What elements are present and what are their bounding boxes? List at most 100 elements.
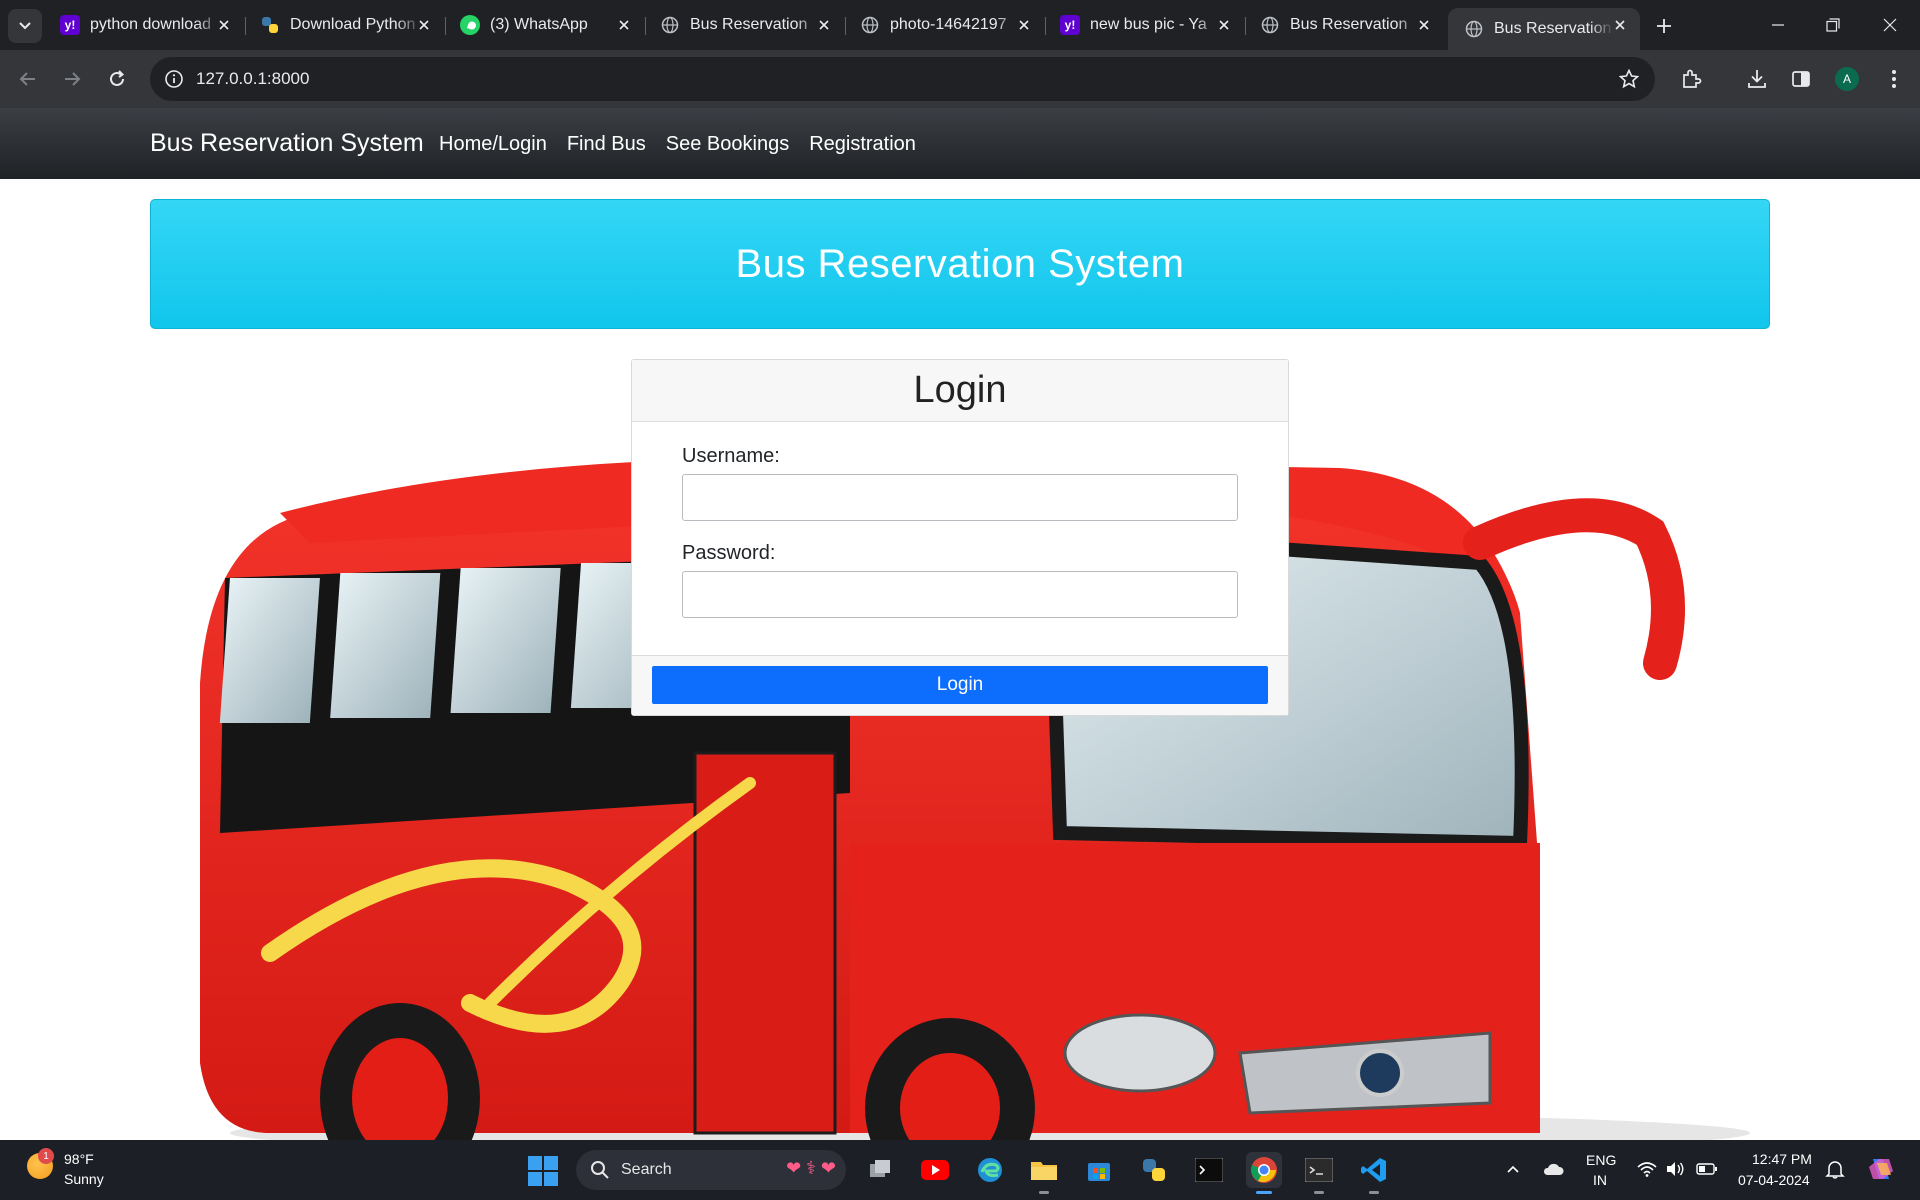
restore-button[interactable] bbox=[1813, 8, 1853, 42]
close-icon[interactable] bbox=[214, 15, 234, 35]
restore-icon bbox=[1826, 18, 1840, 32]
wifi-icon[interactable] bbox=[1636, 1158, 1658, 1180]
download-icon[interactable] bbox=[1743, 65, 1771, 93]
running-indicator bbox=[1369, 1191, 1379, 1194]
yahoo-icon: y! bbox=[60, 15, 80, 35]
close-icon[interactable] bbox=[1014, 15, 1034, 35]
tab-title: Bus Reservation bbox=[1494, 20, 1612, 37]
browser-tab-strip: y! python download Download Python (3) W… bbox=[0, 0, 1920, 50]
login-card: Login Username: Password: Login bbox=[631, 359, 1289, 716]
side-panel-icon[interactable] bbox=[1787, 65, 1815, 93]
close-icon[interactable] bbox=[414, 15, 434, 35]
back-button[interactable] bbox=[13, 64, 43, 94]
globe-icon bbox=[660, 15, 680, 35]
chrome-icon[interactable] bbox=[1246, 1152, 1282, 1194]
language-indicator-line1[interactable]: ENG bbox=[1586, 1152, 1616, 1168]
python-idle-icon[interactable] bbox=[1136, 1152, 1172, 1188]
close-icon[interactable] bbox=[1214, 15, 1234, 35]
forward-button[interactable] bbox=[57, 64, 87, 94]
close-icon[interactable] bbox=[814, 15, 834, 35]
volume-icon[interactable] bbox=[1664, 1158, 1686, 1180]
microsoft-store-icon[interactable] bbox=[1081, 1152, 1117, 1188]
new-tab-button[interactable] bbox=[1650, 12, 1678, 40]
extensions-icon[interactable] bbox=[1677, 65, 1705, 93]
login-button[interactable]: Login bbox=[652, 666, 1268, 704]
nav-link-see-bookings[interactable]: See Bookings bbox=[666, 133, 789, 156]
active-indicator bbox=[1256, 1191, 1272, 1194]
task-view-icon[interactable] bbox=[862, 1152, 898, 1188]
taskbar-search[interactable]: Search ❤ ⚕ ❤ bbox=[576, 1150, 846, 1190]
weather-temperature[interactable]: 98°F bbox=[64, 1151, 94, 1167]
tab-search-button[interactable] bbox=[8, 9, 42, 43]
tab-bus-reservation-2[interactable]: Bus Reservation bbox=[1244, 8, 1444, 42]
weather-condition[interactable]: Sunny bbox=[64, 1171, 104, 1187]
file-explorer-icon[interactable] bbox=[1026, 1152, 1062, 1194]
username-label: Username: bbox=[682, 445, 780, 467]
globe-icon bbox=[1260, 15, 1280, 35]
running-indicator bbox=[1314, 1191, 1324, 1194]
windows-taskbar: 1 98°F Sunny Search ❤ ⚕ ❤ ENG IN 12:47 P… bbox=[0, 1140, 1920, 1200]
python-icon bbox=[260, 15, 280, 35]
plus-icon bbox=[1657, 19, 1671, 33]
reload-icon bbox=[110, 70, 125, 86]
url-text[interactable]: 127.0.0.1:8000 bbox=[196, 69, 309, 89]
minimize-button[interactable] bbox=[1758, 8, 1798, 42]
tab-title: (3) WhatsApp bbox=[490, 16, 588, 33]
copilot-icon[interactable] bbox=[1866, 1154, 1896, 1184]
chevron-down-icon bbox=[19, 22, 31, 30]
banner-title: Bus Reservation System bbox=[735, 241, 1185, 286]
tab-title: Bus Reservation bbox=[690, 16, 808, 33]
whatsapp-icon bbox=[460, 15, 480, 35]
tab-new-bus-pic[interactable]: y! new bus pic - Ya bbox=[1044, 8, 1244, 42]
address-bar[interactable]: 127.0.0.1:8000 bbox=[150, 57, 1655, 101]
onedrive-cloud-icon[interactable] bbox=[1542, 1158, 1564, 1180]
tab-title: new bus pic - Ya bbox=[1090, 16, 1207, 33]
tab-bus-reservation-active[interactable]: Bus Reservation bbox=[1448, 8, 1640, 50]
navbar-links: Home/Login Find Bus See Bookings Registr… bbox=[439, 133, 936, 156]
show-hidden-icons-chevron-icon[interactable] bbox=[1502, 1158, 1524, 1180]
search-highlight-icon: ❤ ⚕ ❤ bbox=[786, 1158, 836, 1178]
tab-bus-reservation-1[interactable]: Bus Reservation bbox=[644, 8, 844, 42]
password-input[interactable] bbox=[682, 571, 1238, 618]
nav-link-registration[interactable]: Registration bbox=[809, 133, 916, 156]
tab-title: photo-14642197 bbox=[890, 16, 1007, 33]
terminal-icon[interactable] bbox=[1191, 1152, 1227, 1188]
page-viewport: Bus Reservation System Home/Login Find B… bbox=[0, 108, 1920, 1140]
close-icon[interactable] bbox=[1414, 15, 1434, 35]
tab-whatsapp[interactable]: (3) WhatsApp bbox=[444, 8, 644, 42]
login-card-header: Login bbox=[632, 360, 1288, 422]
edge-icon[interactable] bbox=[972, 1152, 1008, 1188]
close-icon[interactable] bbox=[1610, 15, 1630, 35]
windows-start-icon[interactable] bbox=[528, 1156, 558, 1186]
username-input[interactable] bbox=[682, 474, 1238, 521]
tab-python-download[interactable]: y! python download bbox=[44, 8, 244, 42]
navbar-brand[interactable]: Bus Reservation System bbox=[150, 129, 424, 158]
command-prompt-icon[interactable] bbox=[1301, 1152, 1337, 1194]
close-icon[interactable] bbox=[614, 15, 634, 35]
forward-arrow-icon bbox=[65, 72, 81, 86]
clock-date[interactable]: 07-04-2024 bbox=[1738, 1172, 1810, 1188]
youtube-icon[interactable] bbox=[917, 1152, 953, 1188]
language-indicator-line2[interactable]: IN bbox=[1593, 1172, 1607, 1188]
clock-time[interactable]: 12:47 PM bbox=[1752, 1151, 1812, 1167]
tab-title: python download bbox=[90, 16, 211, 33]
password-label: Password: bbox=[682, 542, 776, 564]
vscode-icon[interactable] bbox=[1356, 1152, 1392, 1194]
tab-photo[interactable]: photo-14642197 bbox=[844, 8, 1044, 42]
nav-link-find-bus[interactable]: Find Bus bbox=[567, 133, 646, 156]
battery-icon[interactable] bbox=[1696, 1158, 1718, 1180]
notification-bell-icon[interactable] bbox=[1824, 1158, 1846, 1180]
site-info-icon[interactable] bbox=[162, 67, 186, 91]
nav-link-home-login[interactable]: Home/Login bbox=[439, 133, 547, 156]
tab-download-python[interactable]: Download Python bbox=[244, 8, 444, 42]
globe-icon bbox=[1464, 19, 1484, 39]
profile-avatar[interactable]: A bbox=[1835, 67, 1859, 91]
login-title: Login bbox=[913, 369, 1007, 411]
tab-title: Download Python bbox=[290, 16, 416, 33]
more-menu-icon[interactable] bbox=[1880, 65, 1908, 93]
close-icon bbox=[1883, 18, 1897, 32]
close-window-button[interactable] bbox=[1870, 8, 1910, 42]
bookmark-star-icon[interactable] bbox=[1617, 67, 1641, 91]
reload-button[interactable] bbox=[102, 64, 132, 94]
header-banner: Bus Reservation System bbox=[150, 199, 1770, 329]
